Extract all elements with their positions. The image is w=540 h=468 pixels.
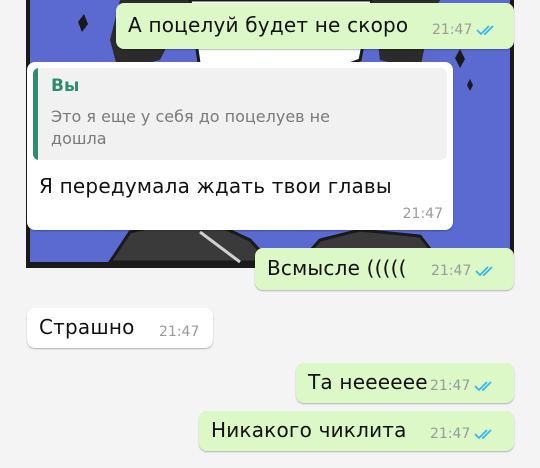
message-meta: 21:47 xyxy=(430,378,496,394)
double-check-icon xyxy=(476,25,494,36)
message-meta: 21:47 xyxy=(431,263,497,279)
message-text: Я передумала ждать твои главы xyxy=(39,174,392,198)
message-time: 21:47 xyxy=(432,22,473,38)
message-meta: 21:47 xyxy=(430,426,496,442)
message-time: 21:47 xyxy=(430,378,471,394)
message-time: 21:47 xyxy=(402,206,443,222)
message-time: 21:47 xyxy=(430,426,471,442)
message-outgoing[interactable]: Никакого чиклита 21:47 xyxy=(199,411,514,451)
message-text: Та нееееее xyxy=(308,370,428,394)
message-time: 21:47 xyxy=(431,263,472,279)
quote-author: Вы xyxy=(51,76,80,96)
double-check-icon xyxy=(475,266,493,277)
message-text: Никакого чиклита xyxy=(211,418,407,442)
message-text: Всмысле ((((( xyxy=(267,256,407,280)
quote-text: Это я еще у себя до поцелуев не дошла xyxy=(51,107,330,148)
double-check-icon xyxy=(474,429,492,440)
message-text: Страшно xyxy=(39,315,135,339)
message-outgoing[interactable]: Та нееееее 21:47 xyxy=(296,363,514,403)
message-outgoing[interactable]: А поцелуй будет не скоро 21:47 xyxy=(116,3,514,49)
message-time: 21:47 xyxy=(159,324,200,340)
message-meta: 21:47 xyxy=(432,22,498,38)
message-text: А поцелуй будет не скоро xyxy=(128,13,409,37)
quote-accent-bar xyxy=(33,68,38,160)
quoted-reply[interactable]: Вы Это я еще у себя до поцелуев не дошла xyxy=(33,68,447,160)
message-incoming[interactable]: Вы Это я еще у себя до поцелуев не дошла… xyxy=(27,62,453,230)
message-outgoing[interactable]: Всмысле ((((( 21:47 xyxy=(255,248,514,290)
double-check-icon xyxy=(474,381,492,392)
message-incoming[interactable]: Страшно 21:47 xyxy=(27,308,213,348)
